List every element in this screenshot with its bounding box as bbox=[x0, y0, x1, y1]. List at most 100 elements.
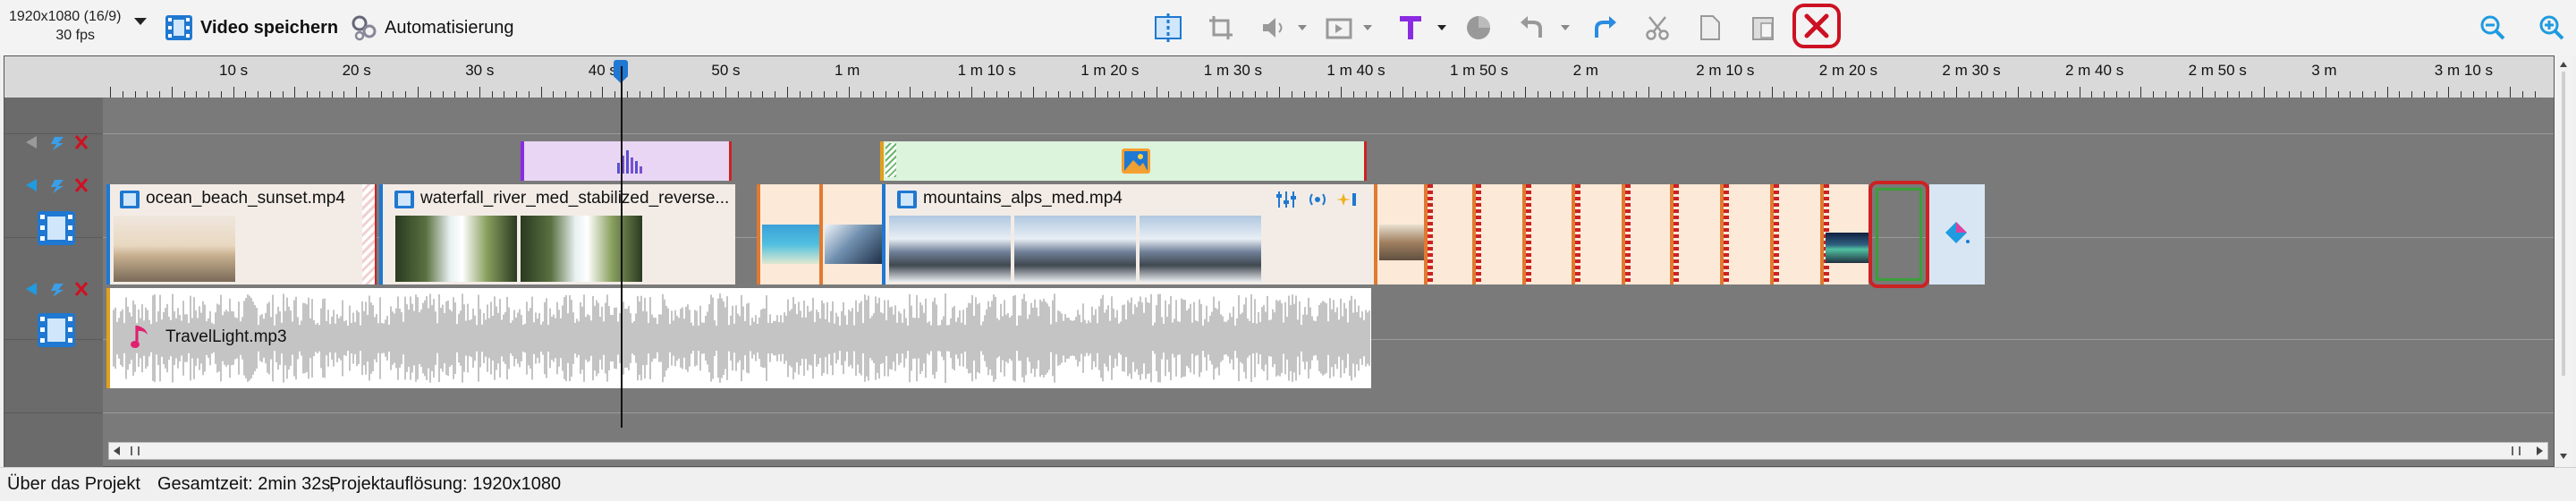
transition-marker[interactable] bbox=[362, 184, 377, 284]
scroll-down-icon[interactable] bbox=[2558, 451, 2569, 462]
resolution-dropdown-icon[interactable] bbox=[134, 18, 147, 25]
ruler-tick bbox=[602, 87, 603, 98]
audio-track-controls[interactable] bbox=[24, 280, 99, 298]
ruler-tick bbox=[1698, 91, 1699, 98]
ruler-tick bbox=[1833, 87, 1834, 98]
vertical-scroll-thumb[interactable] bbox=[2562, 72, 2565, 376]
save-video-button[interactable]: Video speichern bbox=[165, 9, 338, 47]
audio-track-film-icon bbox=[38, 313, 75, 347]
ruler-tick bbox=[1193, 91, 1194, 98]
audio-effect-overlay-clip[interactable] bbox=[521, 141, 732, 181]
ruler-tick bbox=[1008, 91, 1009, 98]
ruler-tick bbox=[2153, 91, 2154, 98]
transition-button[interactable] bbox=[1322, 12, 1356, 44]
ruler-tick bbox=[1377, 91, 1378, 98]
audio-clip[interactable]: TravelLight.mp3 bbox=[106, 288, 1371, 388]
effect-clip[interactable] bbox=[1929, 184, 1985, 284]
image-sequence-clip[interactable] bbox=[1670, 184, 1720, 284]
image-sequence-clip[interactable] bbox=[1522, 184, 1572, 284]
split-button[interactable] bbox=[1151, 12, 1185, 44]
ruler-tick bbox=[2362, 91, 2363, 98]
zoom-in-button[interactable] bbox=[2535, 12, 2569, 44]
ruler-tick bbox=[676, 91, 677, 98]
video-file-icon bbox=[394, 191, 414, 208]
effects-sparkle-icon[interactable] bbox=[1336, 190, 1358, 209]
image-sequence-clip[interactable] bbox=[1572, 184, 1622, 284]
image-clip[interactable] bbox=[819, 184, 884, 284]
ruler-label: 2 m 10 s bbox=[1696, 62, 1755, 79]
ruler-tick bbox=[1845, 91, 1846, 98]
image-overlay-clip[interactable] bbox=[880, 141, 1367, 181]
transition-dropdown-icon[interactable] bbox=[1363, 25, 1372, 30]
ruler-tick bbox=[971, 87, 972, 98]
image-sequence-clip[interactable] bbox=[1720, 184, 1770, 284]
ruler-tick bbox=[700, 91, 701, 98]
ruler-tick bbox=[110, 87, 111, 98]
scroll-thumb-grip[interactable] bbox=[131, 446, 140, 455]
ruler-tick bbox=[2239, 91, 2240, 98]
undo-icon bbox=[1521, 16, 1542, 38]
redo-button[interactable] bbox=[1588, 12, 1622, 44]
diamond-effect-icon bbox=[1945, 222, 1970, 243]
thumbnail-image bbox=[889, 216, 1011, 282]
ruler-tick bbox=[627, 91, 628, 98]
color-button[interactable] bbox=[1462, 12, 1496, 44]
ruler-tick bbox=[1525, 87, 1526, 98]
image-sequence-clip[interactable] bbox=[1472, 184, 1522, 284]
ruler-tick bbox=[233, 87, 234, 98]
crop-button[interactable] bbox=[1204, 12, 1238, 44]
volume-dropdown-icon[interactable] bbox=[1298, 25, 1307, 30]
time-ruler[interactable]: 10 s 20 s 30 s 40 s 50 s 1 m 1 m 10 s 1 m 20 s 1… bbox=[4, 56, 2554, 98]
video-clip-mountains[interactable]: mountains_alps_med.mp4 bbox=[882, 184, 1374, 284]
ruler-tick bbox=[1956, 87, 1957, 98]
video-clip-ocean[interactable]: ocean_beach_sunset.mp4 bbox=[106, 184, 366, 284]
scroll-left-icon[interactable] bbox=[111, 445, 123, 457]
video-clip-waterfall[interactable]: waterfall_river_med_stabilized_reverse..… bbox=[379, 184, 735, 284]
image-sequence-clip[interactable] bbox=[1820, 184, 1868, 284]
scroll-up-icon[interactable] bbox=[2558, 59, 2569, 70]
scroll-thumb-grip-end[interactable] bbox=[2512, 446, 2521, 455]
adjustments-icon[interactable] bbox=[1275, 190, 1297, 209]
ruler-tick bbox=[836, 91, 837, 98]
zoom-out-button[interactable] bbox=[2476, 12, 2510, 44]
image-sequence-clip[interactable] bbox=[1770, 184, 1820, 284]
transition-stripe bbox=[1476, 184, 1481, 284]
ruler-label: 2 m 40 s bbox=[2065, 62, 2124, 79]
horizontal-scrollbar[interactable] bbox=[108, 442, 2548, 460]
undo-button[interactable] bbox=[1515, 12, 1549, 44]
ruler-tick bbox=[1107, 91, 1108, 98]
ruler-tick bbox=[1390, 91, 1391, 98]
playhead-line[interactable] bbox=[621, 66, 623, 428]
selected-empty-clip[interactable] bbox=[1868, 181, 1929, 288]
scroll-right-icon[interactable] bbox=[2533, 445, 2546, 457]
ruler-tick bbox=[172, 87, 173, 98]
ruler-tick bbox=[2522, 91, 2523, 98]
vertical-scrollbar[interactable] bbox=[2555, 55, 2572, 467]
copy-button[interactable] bbox=[1693, 12, 1727, 44]
image-sequence-clip[interactable] bbox=[1374, 184, 1424, 284]
ruler-tick bbox=[664, 87, 665, 98]
text-dropdown-icon[interactable] bbox=[1437, 25, 1446, 30]
ruler-tick bbox=[1772, 87, 1773, 98]
cut-button[interactable] bbox=[1640, 12, 1674, 44]
automation-button[interactable]: Automatisierung bbox=[351, 9, 514, 47]
ruler-tick bbox=[2448, 87, 2449, 98]
sound-waves-icon[interactable] bbox=[1308, 190, 1327, 209]
text-button[interactable] bbox=[1394, 12, 1428, 44]
image-sequence-clip[interactable] bbox=[1622, 184, 1670, 284]
video-track-controls[interactable] bbox=[24, 176, 99, 194]
ruler-tick bbox=[135, 91, 136, 98]
project-resolution-selector[interactable]: 1920x1080 (16/9) 30 fps bbox=[9, 7, 150, 45]
project-resolution-label: Projektauflösung: 1920x1080 bbox=[329, 474, 562, 494]
image-sequence-clip[interactable] bbox=[1424, 184, 1472, 284]
ruler-label: 1 m 20 s bbox=[1080, 62, 1140, 79]
ruler-tick bbox=[787, 87, 788, 98]
delete-button[interactable] bbox=[1792, 4, 1841, 48]
ruler-tick bbox=[2535, 91, 2536, 98]
undo-dropdown-icon[interactable] bbox=[1561, 25, 1570, 30]
image-clip[interactable] bbox=[757, 184, 819, 284]
paste-button[interactable] bbox=[1746, 12, 1780, 44]
volume-button[interactable] bbox=[1257, 12, 1291, 44]
about-project-link[interactable]: Über das Projekt bbox=[7, 474, 140, 495]
overlay-track-controls[interactable] bbox=[24, 133, 99, 151]
